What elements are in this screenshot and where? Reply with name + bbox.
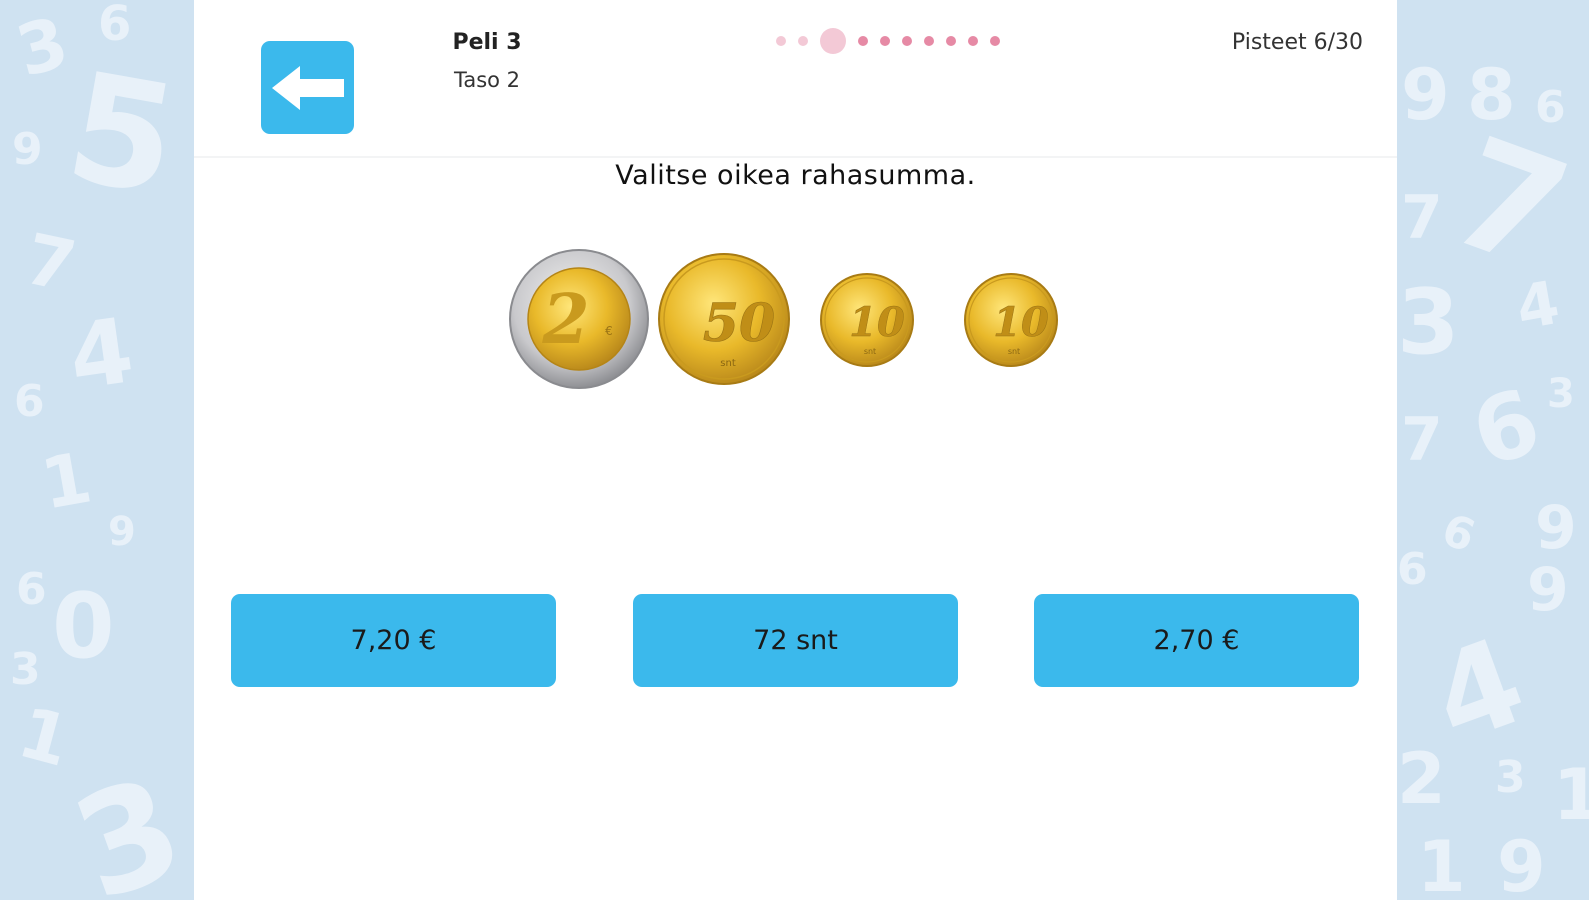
bg-digit: 9 [1527,555,1569,625]
bg-digit: 6 [1435,504,1482,563]
bg-digit: 3 [10,644,41,695]
bg-digit: 3 [8,1,77,93]
bg-digit: 6 [1397,544,1428,595]
bg-digit: 6 [14,376,45,427]
game-panel: Peli 3 Taso 2 Pisteet 6/30 Valitse oikea… [194,0,1397,900]
answer-button-1[interactable]: 7,20 € [231,594,556,687]
coin-group: 2 € 50 snt 10 snt 10 snt [509,249,1058,389]
bg-digit: 9 [1535,493,1577,563]
answer-button-2[interactable]: 72 snt [633,594,958,687]
right-background: 8 6 7 9 7 4 3 3 6 7 9 6 6 9 4 2 3 1 1 9 [1397,0,1589,900]
bg-digit: 6 [16,564,47,615]
coin-denomination: 2 [541,280,589,360]
bg-digit: 3 [54,746,194,900]
bg-digit: 7 [18,217,83,309]
coin-unit: € [605,324,613,338]
bg-digit: 2 [1397,738,1446,820]
bg-digit: 5 [55,40,189,230]
bg-digit: 3 [1397,270,1460,375]
bg-digit: 3 [1547,371,1575,417]
coin-50-cent: 50 snt [658,253,790,385]
coin-denomination: 10 [993,299,1049,346]
coin-10-cent: 10 snt [820,273,914,367]
bg-digit: 7 [1401,183,1443,253]
coin-unit: snt [864,347,876,356]
coin-10-cent: 10 snt [964,273,1058,367]
bg-digit: 9 [12,124,43,175]
bg-digit: 3 [1495,752,1526,803]
bg-digit: 4 [1511,267,1565,345]
bg-digit: 1 [1417,826,1466,900]
bg-digit: 9 [108,509,136,555]
coin-unit: snt [720,358,736,369]
bg-digit: 4 [62,298,140,411]
bg-digit: 9 [1497,826,1546,900]
bg-digit: 9 [1401,54,1450,136]
left-background: 3 6 5 9 7 4 6 1 9 6 0 3 1 3 [0,0,194,900]
coin-unit: snt [1008,347,1020,356]
coin-2-euro: 2 € [509,249,649,389]
bg-digit: 1 [10,691,79,783]
coin-denomination: 10 [849,299,905,346]
bg-digit: 1 [35,436,98,526]
coin-denomination: 50 [703,293,775,354]
bg-digit: 0 [52,574,115,679]
bg-digit: 7 [1430,105,1588,305]
bg-digit: 7 [1401,405,1443,475]
bg-digit: 1 [1553,754,1589,836]
bg-digit: 6 [1460,368,1553,489]
bg-digit: 6 [98,0,132,52]
answer-button-3[interactable]: 2,70 € [1034,594,1359,687]
